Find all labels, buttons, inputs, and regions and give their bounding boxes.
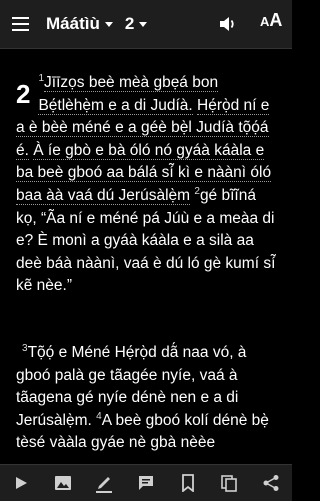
chevron-down-icon <box>139 21 148 27</box>
verse-text[interactable]: 3Tọ̃ọ́ e Méné Hẹ́rọ̀d dã́ naa vó, à gboó… <box>16 342 278 455</box>
verse-text[interactable]: 1Jīīzọs beè mèà gbẹá bon Bẹ́tlèhẹ̀m e a … <box>16 72 278 298</box>
paragraph: 2 1Jīīzọs beè mèà gbẹá bon Bẹ́tlèhẹ̀m e … <box>16 72 278 298</box>
chevron-down-icon <box>104 21 113 27</box>
pen-icon[interactable] <box>93 472 115 494</box>
reading-pane[interactable]: 2 1Jīīzọs beè mèà gbẹá bon Bẹ́tlèhẹ̀m e … <box>0 60 292 464</box>
book-selector[interactable]: Máátìù <box>46 14 113 34</box>
menu-icon[interactable] <box>12 0 34 48</box>
chapter-selector[interactable]: 2 <box>124 14 148 34</box>
speaker-icon[interactable] <box>218 14 238 34</box>
bookmark-icon[interactable] <box>177 472 199 494</box>
paragraph: 3Tọ̃ọ́ e Méné Hẹ́rọ̀d dã́ naa vó, à gboó… <box>16 342 278 455</box>
text-size-icon[interactable]: AA <box>260 10 282 31</box>
image-icon[interactable] <box>52 472 74 494</box>
copy-icon[interactable] <box>218 472 240 494</box>
share-icon[interactable] <box>260 472 282 494</box>
book-name: Máátìù <box>46 14 100 33</box>
bottom-toolbar <box>0 464 292 501</box>
comment-icon[interactable] <box>135 472 157 494</box>
play-icon[interactable] <box>10 472 32 494</box>
top-app-bar: Máátìù 2 AA <box>0 0 292 49</box>
chapter-number: 2 <box>16 79 31 109</box>
chapter-number-selector: 2 <box>124 14 135 33</box>
